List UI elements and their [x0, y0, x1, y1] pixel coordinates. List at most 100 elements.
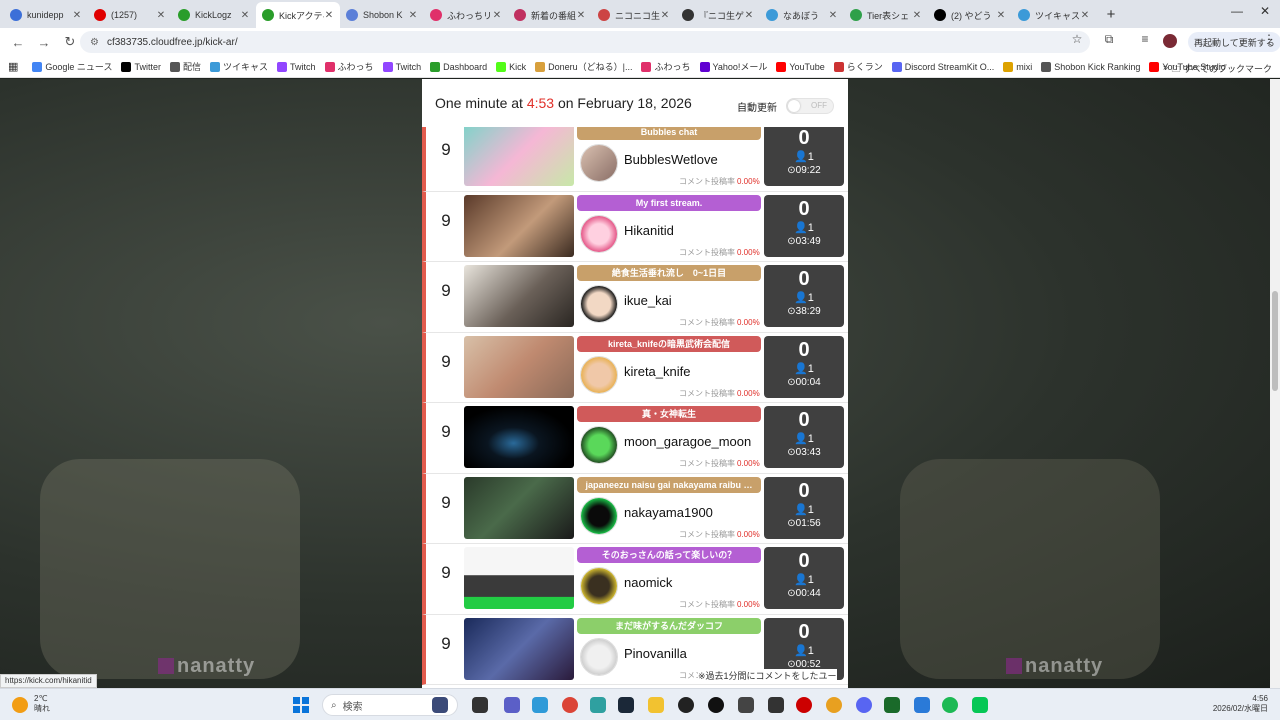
streamer-name[interactable]: Hikanitid	[624, 223, 674, 238]
back-icon[interactable]: ←	[6, 35, 30, 50]
bookmark-star-icon[interactable]: ☆	[1066, 32, 1088, 46]
streamer-avatar[interactable]	[580, 285, 618, 323]
app-icon[interactable]	[768, 697, 784, 713]
bookmark-item[interactable]: Yahoo!メール	[699, 60, 767, 73]
stream-row[interactable]: 9 Bubbles chat BubblesWetlove コメント投稿率 0.00% 0…	[422, 121, 848, 192]
bookmark-item[interactable]: Discord StreamKit O...	[891, 61, 994, 72]
bookmark-item[interactable]: Twitch	[382, 61, 421, 72]
bookmark-item[interactable]: Twitter	[121, 61, 161, 72]
streamer-avatar[interactable]	[580, 426, 618, 464]
browser-tab[interactable]: ニコニコ生 ✕	[592, 2, 676, 28]
browser-tab[interactable]: ツイキャス ✕	[1012, 2, 1096, 28]
tab-close-icon[interactable]: ✕	[156, 10, 166, 21]
site-info-icon[interactable]: ⚙	[90, 37, 99, 48]
steam-icon[interactable]	[618, 697, 634, 713]
streamer-avatar[interactable]	[580, 355, 618, 394]
line-icon[interactable]	[972, 697, 988, 713]
streamer-avatar[interactable]	[580, 567, 618, 605]
stream-thumbnail[interactable]	[464, 547, 574, 609]
auto-update-toggle[interactable]: OFF	[786, 98, 834, 114]
stream-row[interactable]: 9 そのおっさんの話って楽しいの？ naomick コメント投稿率 0.00% 0 👤1 ⊙0…	[422, 544, 848, 615]
browser-tab[interactable]: KickLogz ✕	[172, 2, 256, 28]
stream-row[interactable]: 9 絶食生活垂れ流し 0~1日目 ikue_kai コメント投稿率 0.00% 0 👤1 ⊙3…	[422, 262, 848, 333]
explorer-icon[interactable]	[648, 697, 664, 713]
streamer-avatar[interactable]	[580, 637, 618, 676]
browser-tab[interactable]: Tier表シェ ✕	[844, 2, 928, 28]
streamer-avatar[interactable]	[580, 496, 618, 535]
apps-icon[interactable]: ▦	[8, 60, 18, 73]
task-view-icon[interactable]	[472, 697, 488, 713]
reload-icon[interactable]: ↻	[58, 34, 82, 50]
scrollbar-thumb[interactable]	[1272, 291, 1278, 391]
stream-thumbnail[interactable]	[464, 124, 574, 186]
bookmark-item[interactable]: Twitch	[277, 61, 316, 72]
app-icon[interactable]	[708, 697, 724, 713]
stream-thumbnail[interactable]	[464, 617, 574, 680]
stream-thumbnail[interactable]	[464, 476, 574, 539]
streamer-avatar[interactable]	[580, 144, 618, 182]
browser-tab[interactable]: ふわっちリア✕	[424, 2, 508, 28]
spotify-icon[interactable]	[942, 697, 958, 713]
bookmark-item[interactable]: Shobon Kick Ranking	[1041, 61, 1140, 72]
streamer-name[interactable]: kireta_knife	[624, 364, 690, 379]
menu-icon[interactable]: ⋮	[1258, 32, 1280, 46]
stream-thumbnail[interactable]	[464, 265, 574, 327]
tab-close-icon[interactable]: ✕	[660, 10, 670, 21]
app-icon[interactable]	[914, 697, 930, 713]
bookmark-item[interactable]: らくラン	[833, 60, 883, 73]
tab-close-icon[interactable]: ✕	[576, 10, 586, 21]
bookmark-item[interactable]: Doneru（どねる）|...	[535, 60, 632, 73]
teams-icon[interactable]	[504, 697, 520, 713]
streamer-name[interactable]: naomick	[624, 575, 672, 590]
bookmark-item[interactable]: YouTube	[776, 61, 825, 72]
minimize-icon[interactable]: —	[1222, 4, 1252, 18]
tab-close-icon[interactable]: ✕	[72, 10, 82, 21]
stream-row[interactable]: 9 japaneezu naisu gai nakayama raibu … nak…	[422, 473, 848, 544]
bookmark-item[interactable]: 配信	[170, 60, 201, 73]
app-icon[interactable]	[884, 697, 900, 713]
tab-close-icon[interactable]: ✕	[408, 10, 418, 21]
stream-thumbnail[interactable]	[464, 335, 574, 398]
browser-tab[interactable]: Kickアクティ✕	[256, 2, 340, 28]
browser-tab[interactable]: 新着の番組 ✕	[508, 2, 592, 28]
address-bar[interactable]: ⚙ cf383735.cloudfree.jp/kick-ar/	[80, 31, 1090, 53]
streamer-name[interactable]: Pinovanilla	[624, 646, 687, 661]
streamer-name[interactable]: BubblesWetlove	[624, 152, 718, 167]
bookmark-item[interactable]: ふわっち	[641, 60, 691, 73]
all-bookmarks[interactable]: 🗀 すべてのブックマーク	[1171, 62, 1272, 78]
tab-close-icon[interactable]: ✕	[1080, 10, 1090, 21]
app-icon[interactable]	[432, 697, 448, 713]
forward-icon[interactable]: →	[32, 35, 56, 50]
tab-close-icon[interactable]: ✕	[240, 10, 250, 21]
bookmark-item[interactable]: Kick	[496, 61, 526, 72]
bookmarks-more-icon[interactable]: »	[1163, 62, 1168, 72]
browser-tab[interactable]: (1257) ✕	[88, 2, 172, 28]
bookmark-item[interactable]: ツイキャス	[210, 60, 268, 73]
stream-row[interactable]: 9 My first stream. Hikanitid コメント投稿率 0.00% 0 👤…	[422, 191, 848, 262]
streamer-avatar[interactable]	[580, 214, 618, 253]
browser-tab[interactable]: (2) やどう ✕	[928, 2, 1012, 28]
streamer-name[interactable]: moon_garagoe_moon	[624, 434, 751, 449]
weather-icon[interactable]	[12, 697, 28, 713]
tab-close-icon[interactable]: ✕	[744, 10, 754, 21]
obs-icon[interactable]	[796, 697, 812, 713]
stream-row[interactable]: 9 真・女神転生 moon_garagoe_moon コメント投稿率 0.00% 0 👤1 ⊙…	[422, 403, 848, 474]
media-control-icon[interactable]: ≡	[1134, 32, 1156, 46]
browser-tab[interactable]: 『ニコ生ゲー✕	[676, 2, 760, 28]
app-icon[interactable]	[590, 697, 606, 713]
streamer-name[interactable]: ikue_kai	[624, 293, 672, 308]
streamer-name[interactable]: nakayama1900	[624, 505, 713, 520]
bookmark-item[interactable]: ふわっち	[324, 60, 374, 73]
weather-widget[interactable]: 2℃ 晴れ	[34, 694, 50, 714]
page-scrollbar[interactable]	[1270, 79, 1280, 688]
app-icon[interactable]	[826, 697, 842, 713]
taskbar-clock[interactable]: 4:56 2026/02/水曜日	[1208, 694, 1268, 714]
browser-tab[interactable]: なあぼう ✕	[760, 2, 844, 28]
tab-close-icon[interactable]: ✕	[324, 10, 334, 21]
browser-tab[interactable]: kunidepp ✕	[4, 2, 88, 28]
discord-icon[interactable]	[856, 697, 872, 713]
copilot-icon[interactable]	[532, 697, 548, 713]
new-tab-icon[interactable]: +	[1100, 6, 1122, 23]
tab-close-icon[interactable]: ✕	[912, 10, 922, 21]
app-icon[interactable]	[738, 697, 754, 713]
